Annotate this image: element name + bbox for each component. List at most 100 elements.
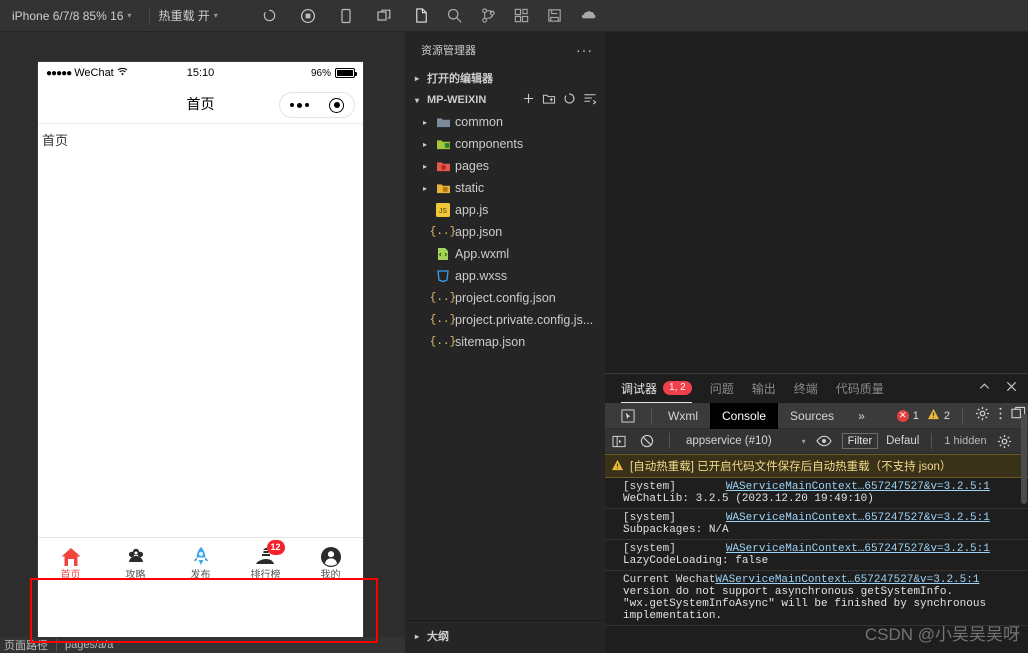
tab-label: 问题: [709, 382, 734, 396]
open-editors-section[interactable]: 打开的编辑器: [405, 67, 605, 89]
warning-icon: [927, 408, 940, 423]
console-message[interactable]: [system] WAServiceMainContext…657247527&…: [605, 540, 1028, 571]
filter-input[interactable]: Filter: [841, 433, 879, 449]
chevron-up-icon[interactable]: [978, 380, 991, 398]
extensions-icon[interactable]: [505, 0, 538, 32]
cloud-icon[interactable]: [572, 0, 605, 32]
open-editors-label: 打开的编辑器: [427, 73, 493, 85]
tree-item-label: app.js: [455, 203, 489, 217]
tree-item-label: common: [455, 115, 503, 129]
tree-item-file[interactable]: app.wxss: [405, 265, 605, 287]
new-file-icon[interactable]: [522, 92, 535, 108]
console-scrollbar[interactable]: [1020, 374, 1028, 653]
tree-item-file[interactable]: {..} project.config.json: [405, 287, 605, 309]
tree-item-file[interactable]: {..} project.private.config.js...: [405, 309, 605, 331]
outline-section[interactable]: 大纲: [405, 620, 605, 653]
toolbar-divider: [149, 6, 151, 25]
settings-icon[interactable]: [995, 432, 1015, 450]
tabbar-label: 发布: [190, 570, 211, 581]
search-icon[interactable]: [438, 0, 471, 32]
inspect-element-icon[interactable]: [609, 403, 647, 429]
tabbar-item-home[interactable]: 首页: [38, 544, 103, 581]
new-folder-icon[interactable]: [542, 92, 556, 108]
tree-item-file[interactable]: JS app.js: [405, 199, 605, 221]
close-target-icon[interactable]: [329, 97, 344, 113]
tabbar-item-profile[interactable]: 我的: [298, 544, 363, 581]
user-icon: [319, 544, 343, 568]
files-icon[interactable]: [405, 0, 438, 32]
record-icon[interactable]: [298, 6, 318, 26]
error-count: 1: [912, 409, 919, 422]
hot-reload-selector[interactable]: 热重载 开 ▾: [156, 5, 229, 27]
more-dots-icon[interactable]: [290, 102, 309, 108]
tree-item-folder[interactable]: pages: [405, 155, 605, 177]
scrollbar-thumb[interactable]: [1021, 414, 1027, 504]
error-counter[interactable]: ✕ 1: [896, 409, 919, 422]
device-selector[interactable]: iPhone 6/7/8 85% 16 ▾: [10, 5, 143, 27]
console-message[interactable]: [system] WAServiceMainContext…657247527&…: [605, 478, 1028, 509]
tab-debugger[interactable]: 调试器 1, 2: [621, 374, 692, 403]
eye-icon[interactable]: [814, 432, 834, 450]
source-control-icon[interactable]: [472, 0, 505, 32]
message-source-link[interactable]: WAServiceMainContext…657247527&v=3.2.5:1: [715, 574, 979, 586]
warning-counter[interactable]: 2: [927, 408, 950, 423]
page-path-value[interactable]: pages/a/a: [65, 639, 113, 651]
tab-code-quality[interactable]: 代码质量: [836, 374, 884, 403]
tab-problems[interactable]: 问题: [710, 374, 734, 403]
outline-row[interactable]: 大纲: [405, 625, 605, 647]
flower-icon: [124, 544, 148, 568]
tree-item-file[interactable]: App.wxml: [405, 243, 605, 265]
console-message[interactable]: [system] WAServiceMainContext…657247527&…: [605, 509, 1028, 540]
more-icon[interactable]: [998, 406, 1003, 426]
message-source-link[interactable]: WAServiceMainContext…657247527&v=3.2.5:1: [726, 543, 990, 555]
tabbar-item-publish[interactable]: 发布: [168, 544, 233, 581]
tree-item-folder[interactable]: common: [405, 111, 605, 133]
phone-tabbar: 首页 攻略 发布 12 排行榜 我的: [38, 537, 363, 587]
subtab-wxml[interactable]: Wxml: [656, 403, 710, 429]
more-icon[interactable]: ···: [576, 42, 593, 58]
context-selector[interactable]: appservice (#10) ▾: [682, 435, 806, 447]
tabbar-item-ranking[interactable]: 12 排行榜: [233, 540, 298, 581]
settings-icon[interactable]: [975, 406, 990, 426]
console-message[interactable]: Current Wechat WAServiceMainContext…6572…: [605, 571, 1028, 626]
carrier-label: WeChat: [74, 67, 114, 79]
tabbar-label: 我的: [320, 570, 341, 581]
warning-text: [自动热重载] 已开启代码文件保存后自动热重载（不支持 json）: [630, 461, 952, 473]
collapse-icon[interactable]: [583, 92, 597, 108]
simulator-pane: iPhone 6/7/8 85% 16 ▾ 热重载 开 ▾ ●●●●● WeCh…: [0, 0, 405, 653]
tabbar-item-guide[interactable]: 攻略: [103, 544, 168, 581]
log-level-selector[interactable]: Defaul: [886, 435, 919, 447]
chevron-right-icon: [411, 74, 423, 83]
filterbar-divider: [669, 433, 670, 449]
project-root-row[interactable]: MP-WEIXIN: [405, 89, 605, 111]
console-sidebar-icon[interactable]: [609, 432, 629, 450]
message-tag: [system]: [623, 543, 676, 555]
message-source-link[interactable]: WAServiceMainContext…657247527&v=3.2.5:1: [726, 481, 990, 493]
subtab-overflow[interactable]: »: [846, 403, 877, 429]
subtab-sources[interactable]: Sources: [778, 403, 846, 429]
refresh-icon[interactable]: [563, 92, 576, 108]
hidden-messages-label[interactable]: 1 hidden: [944, 435, 986, 447]
window-icon[interactable]: [374, 6, 394, 26]
tabbar-badge: 12: [266, 540, 285, 555]
save-icon[interactable]: [538, 0, 571, 32]
refresh-icon[interactable]: [260, 6, 280, 26]
project-name: MP-WEIXIN: [427, 94, 487, 106]
tab-terminal[interactable]: 终端: [794, 374, 818, 403]
console-message-head: [system] WAServiceMainContext…657247527&…: [623, 512, 1022, 524]
subtab-console[interactable]: Console: [710, 402, 779, 429]
clear-console-icon[interactable]: [637, 432, 657, 450]
message-source-link[interactable]: WAServiceMainContext…657247527&v=3.2.5:1: [726, 512, 990, 524]
chevron-right-icon: [419, 162, 431, 171]
tree-item-file[interactable]: {..} sitemap.json: [405, 331, 605, 353]
json-file-icon: {..}: [429, 292, 457, 304]
close-icon[interactable]: [1005, 380, 1018, 398]
tree-item-file[interactable]: {..} app.json: [405, 221, 605, 243]
tab-output[interactable]: 输出: [752, 374, 776, 403]
tree-item-folder[interactable]: static: [405, 177, 605, 199]
device-icon[interactable]: [336, 6, 356, 26]
simulator-toolbar-icons: [260, 6, 394, 26]
tree-item-folder[interactable]: components: [405, 133, 605, 155]
capsule-menu[interactable]: [279, 92, 355, 118]
simulator-toolbar: iPhone 6/7/8 85% 16 ▾ 热重载 开 ▾: [0, 0, 405, 32]
